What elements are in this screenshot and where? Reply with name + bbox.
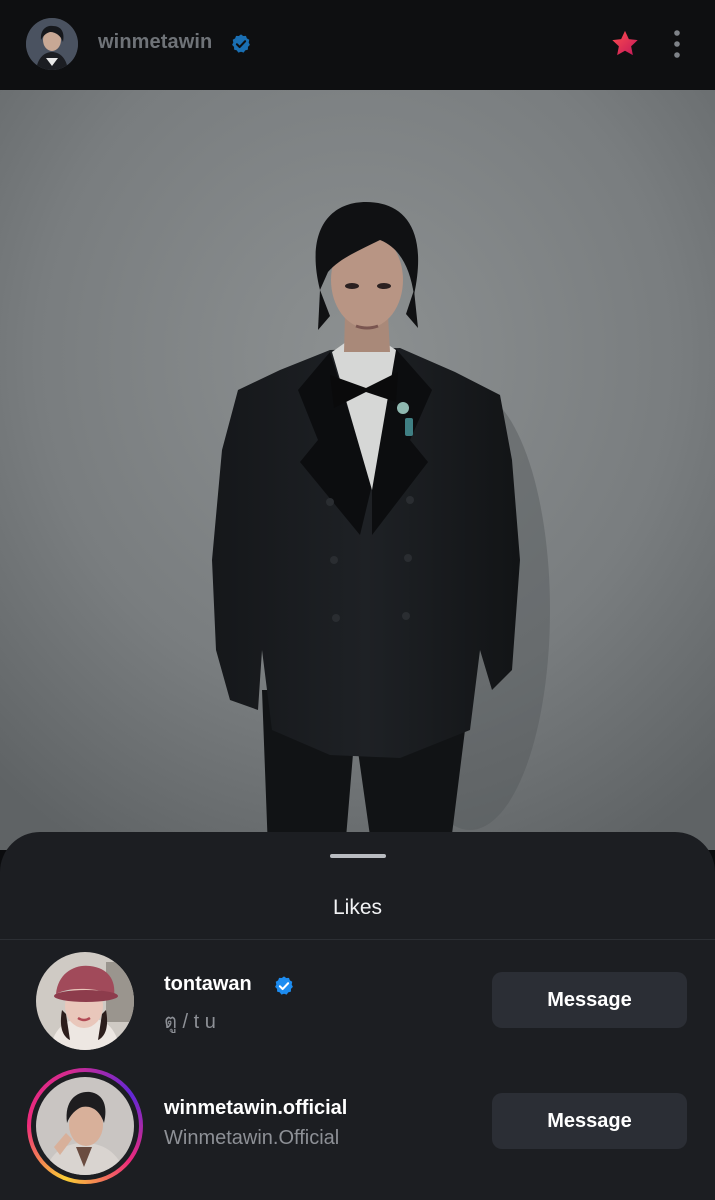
- liker-avatar[interactable]: [36, 1077, 134, 1175]
- profile-avatar[interactable]: [26, 18, 78, 70]
- liker-username[interactable]: winmetawin.official: [164, 1097, 347, 1120]
- top-bar: winmetawin: [0, 0, 715, 90]
- verified-badge-icon: [273, 975, 295, 997]
- message-button[interactable]: Message: [492, 1093, 687, 1149]
- divider: [0, 939, 715, 940]
- verified-badge-icon: [230, 33, 252, 55]
- drag-handle[interactable]: [330, 854, 386, 858]
- liker-avatar[interactable]: [36, 952, 134, 1050]
- message-button[interactable]: Message: [492, 972, 687, 1028]
- favorite-star-icon[interactable]: [609, 28, 641, 60]
- liker-row[interactable]: tontawan ตู / t u Message: [0, 944, 715, 1064]
- liker-username[interactable]: tontawan: [164, 973, 252, 996]
- liker-row[interactable]: winmetawin.official Winmetawin.Official …: [0, 1068, 715, 1188]
- liker-fullname: Winmetawin.Official: [164, 1127, 340, 1149]
- likes-sheet: Likes tontawan ตู / t u Message winmetaw…: [0, 832, 715, 1200]
- story-ring[interactable]: [27, 1068, 143, 1184]
- more-vertical-icon[interactable]: [664, 28, 690, 62]
- liker-fullname: ตู / t u: [164, 1011, 216, 1033]
- sheet-title: Likes: [332, 896, 383, 919]
- post-author-username[interactable]: winmetawin: [98, 31, 212, 54]
- post-photo[interactable]: [0, 90, 715, 850]
